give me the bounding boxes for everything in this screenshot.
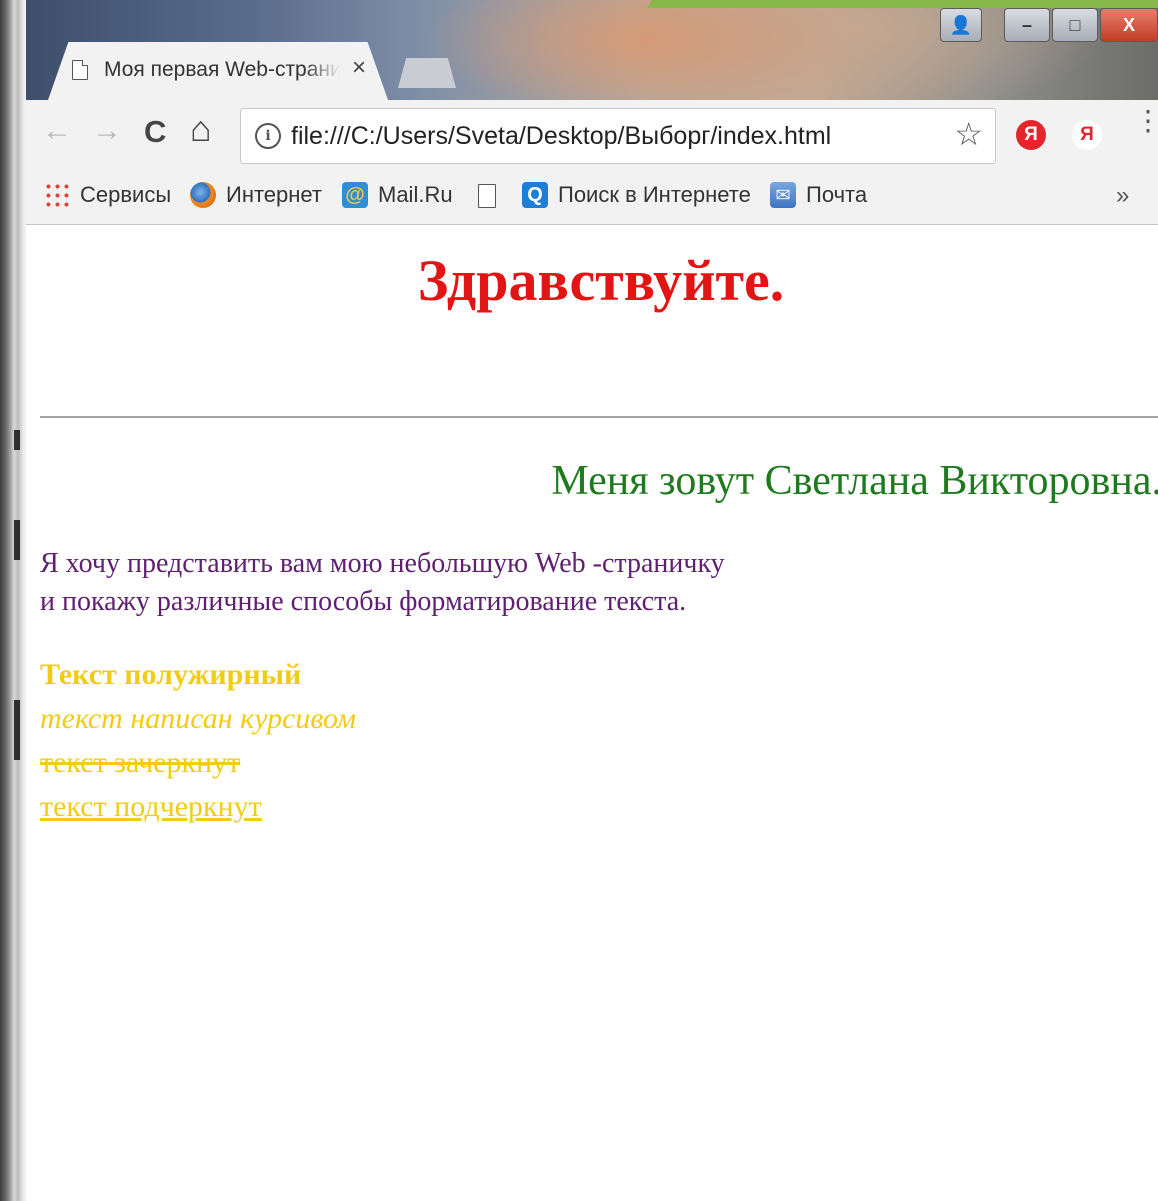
window-controls: 👤 – □ X bbox=[940, 8, 1158, 42]
maximize-button[interactable]: □ bbox=[1052, 8, 1098, 42]
underlined-text: текст подчеркнут bbox=[40, 790, 262, 823]
apps-grid-icon bbox=[44, 182, 70, 208]
formatting-examples: Текст полужирный текст написан курсивом … bbox=[40, 653, 356, 829]
tab-close-button[interactable]: × bbox=[352, 54, 366, 82]
edge-mark bbox=[14, 520, 20, 560]
close-window-button[interactable]: X bbox=[1100, 8, 1158, 42]
info-icon[interactable]: i bbox=[255, 123, 281, 149]
web-page-content: Здравствуйте. Меня зовут Светлана Виктор… bbox=[26, 225, 1158, 1201]
bookmark-label: Поиск в Интернете bbox=[558, 182, 751, 207]
bookmarks-more-button[interactable]: » bbox=[1116, 182, 1129, 210]
bookmark-page[interactable] bbox=[478, 184, 496, 208]
search-icon: Q bbox=[522, 182, 548, 208]
profile-button[interactable]: 👤 bbox=[940, 8, 982, 42]
edge-mark bbox=[14, 700, 20, 760]
mail-ru-icon: @ bbox=[342, 182, 368, 208]
back-button[interactable]: ← bbox=[42, 114, 72, 148]
tab-title: Моя первая Web-страни bbox=[104, 58, 340, 81]
desktop-left-edge bbox=[0, 0, 26, 1201]
screen: 👤 – □ X Моя первая Web-страни × ← → C ⌂ … bbox=[0, 0, 1158, 1201]
forward-button[interactable]: → bbox=[92, 114, 122, 148]
bookmark-label: Mail.Ru bbox=[378, 182, 453, 207]
new-tab-button[interactable] bbox=[398, 58, 456, 88]
browser-toolbar: ← → C ⌂ i file:///C:/Users/Sveta/Desktop… bbox=[26, 100, 1158, 170]
bold-text: Текст полужирный bbox=[40, 658, 302, 691]
bookmark-label: Интернет bbox=[226, 182, 322, 207]
edge-mark bbox=[14, 430, 20, 450]
bookmark-services[interactable]: Сервисы bbox=[44, 182, 171, 208]
page-heading: Здравствуйте. bbox=[417, 248, 785, 313]
bookmark-label: Сервисы bbox=[80, 182, 172, 207]
italic-text: текст написан курсивом bbox=[40, 702, 357, 735]
author-name: Меня зовут Светлана Викторовна. bbox=[551, 458, 1158, 504]
minimize-button[interactable]: – bbox=[1004, 8, 1050, 42]
url-text[interactable]: file:///C:/Users/Sveta/Desktop/Выборг/in… bbox=[291, 122, 831, 151]
address-bar[interactable]: i file:///C:/Users/Sveta/Desktop/Выборг/… bbox=[240, 108, 996, 164]
bookmark-internet[interactable]: Интернет bbox=[190, 182, 322, 208]
browser-menu-icon[interactable]: ⋮ bbox=[1134, 107, 1158, 135]
intro-paragraph: Я хочу представить вам мою небольшую Web… bbox=[40, 545, 725, 621]
reload-button[interactable]: C bbox=[144, 114, 166, 150]
bookmark-mail-ru[interactable]: @ Mail.Ru bbox=[342, 182, 453, 208]
globe-icon bbox=[190, 182, 216, 208]
mail-envelope-icon: ✉ bbox=[770, 182, 796, 208]
bookmark-star-icon[interactable]: ☆ bbox=[954, 115, 983, 153]
document-icon bbox=[478, 184, 496, 208]
strikethrough-text: текст зачеркнут bbox=[40, 746, 241, 779]
yandex-extension-icon[interactable]: Я bbox=[1016, 120, 1046, 150]
page-icon bbox=[72, 60, 88, 80]
intro-line: и покажу различные способы форматировани… bbox=[40, 586, 687, 617]
horizontal-rule bbox=[40, 416, 1158, 418]
slide-decoration bbox=[645, 0, 1158, 8]
bookmark-mail[interactable]: ✉ Почта bbox=[770, 182, 867, 208]
yandex-search-extension-icon[interactable]: Я bbox=[1072, 120, 1102, 150]
intro-line: Я хочу представить вам мою небольшую Web… bbox=[40, 548, 725, 579]
home-button[interactable]: ⌂ bbox=[190, 108, 212, 150]
tab-strip: Моя первая Web-страни × bbox=[26, 40, 1158, 100]
bookmark-label: Почта bbox=[806, 182, 868, 207]
bookmark-search[interactable]: Q Поиск в Интернете bbox=[522, 182, 751, 208]
bookmarks-bar: Сервисы Интернет @ Mail.Ru Q Поиск в Инт… bbox=[26, 170, 1158, 225]
